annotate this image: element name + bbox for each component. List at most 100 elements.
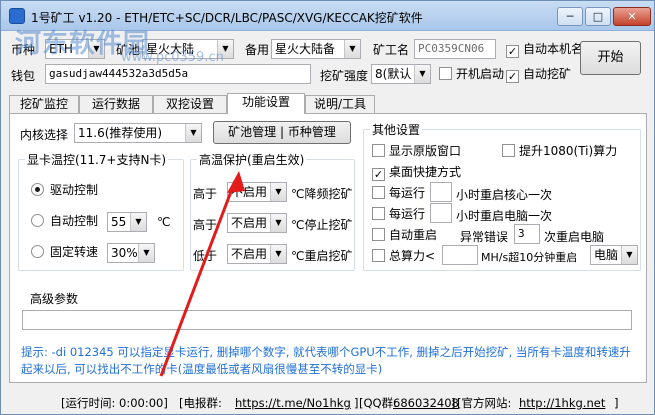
settings-panel: 内核选择 11.6(推荐使用) ▼ 矿池管理 | 币种管理 显卡温控(11.7+… [9, 113, 647, 383]
close-button[interactable]: ✕ [613, 7, 651, 26]
chevron-down-icon: ▼ [621, 246, 637, 264]
kernel-select-value: 11.6(推荐使用) [78, 126, 163, 140]
chevron-down-icon: ▼ [270, 245, 286, 263]
chevron-down-icon: ▼ [138, 244, 154, 262]
website-suffix: ] [614, 396, 619, 410]
fixed-speed-label: 固定转速 [50, 245, 99, 259]
hint-text: 提示: -di 012345 可以指定显卡运行, 删掉哪个数字, 就代表哪个GP… [21, 345, 631, 376]
restart-temp-select[interactable]: 不启用 ▼ [227, 244, 287, 264]
checkbox-unchecked-icon [439, 67, 452, 80]
checkbox-checked-icon: ✓ [372, 168, 385, 181]
show-window-checkbox[interactable]: 显示原版窗口 [372, 144, 461, 160]
telegram-suffix: ] [354, 396, 359, 410]
wallet-label: 钱包 [11, 69, 36, 83]
telegram-prefix: [电报群: [179, 396, 222, 410]
auto-temp-value: 55 [111, 215, 127, 229]
worker-label: 矿工名 [373, 43, 410, 57]
auto-control-radio[interactable]: 自动控制 [31, 214, 98, 230]
desktop-shortcut-label: 桌面快捷方式 [389, 165, 462, 179]
worker-name-input[interactable]: PC0359CN06 [414, 39, 496, 59]
restart-pc-hours-input[interactable] [430, 203, 452, 223]
minimize-button[interactable]: ─ [557, 7, 583, 26]
row1-suffix: ℃降频挖矿 [291, 187, 353, 201]
intensity-label: 挖矿强度 [320, 69, 369, 83]
downclock-temp-value: 不启用 [231, 185, 268, 199]
auto-restart-label: 自动重启 [389, 228, 438, 242]
error-count-input[interactable]: 3 [514, 224, 540, 244]
auto-mine-label: 自动挖矿 [523, 67, 572, 81]
tab-function-settings[interactable]: 功能设置 [227, 93, 305, 114]
startup-checkbox[interactable]: 开机启动 [439, 67, 504, 83]
fixed-speed-value: 30% [111, 246, 138, 260]
error-suffix: 次重启电脑 [544, 230, 605, 244]
temp-unit-label: ℃ [157, 215, 171, 229]
chevron-down-icon: ▼ [270, 214, 286, 232]
start-button[interactable]: 开始 [580, 41, 641, 75]
maximize-button[interactable]: □ [585, 7, 611, 26]
auto-control-label: 自动控制 [50, 214, 99, 228]
row2-suffix: ℃停止挖矿 [291, 218, 353, 232]
hashrate-threshold-input[interactable] [442, 245, 478, 265]
checkbox-unchecked-icon [372, 228, 385, 241]
desktop-shortcut-checkbox[interactable]: ✓ 桌面快捷方式 [372, 165, 461, 181]
chevron-down-icon: ▼ [185, 124, 201, 142]
other-settings-title: 其他设置 [370, 121, 423, 138]
auto-worker-checkbox[interactable]: ✓ 自动本机名 [506, 42, 583, 58]
restart-target-value: 电脑 [594, 248, 619, 262]
checkbox-checked-icon: ✓ [506, 70, 519, 83]
row2-prefix: 高于 [193, 218, 218, 232]
downclock-temp-select[interactable]: 不启用 ▼ [227, 182, 287, 202]
app-window: 1号矿工 v1.20 - ETH/ETC+SC/DCR/LBC/PASC/XVG… [0, 0, 655, 415]
pool-manage-button[interactable]: 矿池管理 | 币种管理 [213, 121, 351, 144]
stop-temp-value: 不启用 [231, 216, 268, 230]
auto-mine-checkbox[interactable]: ✓ 自动挖矿 [506, 67, 571, 83]
radio-unselected-icon [31, 214, 44, 227]
wallet-input[interactable]: gasudjaw444532a3d5d5a [45, 64, 311, 84]
backup-pool-label: 备用 [245, 43, 270, 57]
hashrate-restart-checkbox[interactable]: 总算力< [372, 249, 435, 265]
boost-1080-checkbox[interactable]: 提升1080(Ti)算力 [502, 144, 617, 160]
high-temp-title: 高温保护(重启生效) [197, 151, 307, 168]
watermark-url: www.pc0359.cn [121, 50, 224, 65]
auto-temp-select[interactable]: 55 ▼ [107, 212, 147, 232]
boost-1080-label: 提升1080(Ti)算力 [519, 144, 618, 158]
backup-pool-select-value: 星火大陆备 [275, 42, 336, 56]
radio-selected-icon [31, 183, 44, 196]
row3-suffix: ℃重启挖矿 [291, 249, 353, 263]
driver-control-radio[interactable]: 驱动控制 [31, 183, 98, 199]
qq-prefix: [QQ群: [359, 396, 397, 410]
kernel-select[interactable]: 11.6(推荐使用) ▼ [74, 123, 202, 143]
hashrate-prefix: 总算力< [389, 249, 436, 263]
fixed-speed-radio[interactable]: 固定转速 [31, 245, 98, 261]
telegram-link[interactable]: https://t.me/No1hkg [235, 394, 351, 413]
restart-target-select[interactable]: 电脑 ▼ [590, 245, 638, 265]
auto-restart-checkbox[interactable]: 自动重启 [372, 228, 437, 244]
chevron-down-icon: ▼ [414, 65, 430, 83]
chevron-down-icon: ▼ [130, 213, 146, 231]
checkbox-unchecked-icon [372, 186, 385, 199]
restart-core-hours-input[interactable] [430, 182, 452, 202]
row3-prefix: 低于 [193, 249, 218, 263]
stop-temp-select[interactable]: 不启用 ▼ [227, 213, 287, 233]
tab-runtime-data[interactable]: 运行数据 [79, 95, 153, 113]
intensity-select[interactable]: 8(默认 ▼ [371, 64, 431, 84]
tab-help-tools[interactable]: 说明/工具 [305, 95, 375, 113]
auto-worker-label: 自动本机名 [523, 42, 584, 56]
tab-mining-monitor[interactable]: 挖矿监控 [9, 95, 79, 113]
restart-core-checkbox[interactable]: 每运行 [372, 186, 425, 202]
fixed-speed-select[interactable]: 30% ▼ [107, 243, 155, 263]
checkbox-unchecked-icon [372, 144, 385, 157]
backup-pool-select[interactable]: 星火大陆备 ▼ [271, 39, 361, 59]
hashrate-suffix: MH/s超10分钟重启 [481, 251, 578, 264]
gpu-temp-title: 显卡温控(11.7+支持N卡) [25, 151, 169, 168]
checkbox-checked-icon: ✓ [506, 45, 519, 58]
high-temp-group: 高温保护(重启生效) 高于 不启用 ▼ ℃降频挖矿 高于 不启用 ▼ ℃停止挖矿… [190, 151, 355, 271]
driver-control-label: 驱动控制 [50, 183, 99, 197]
advanced-params-input[interactable] [22, 310, 632, 330]
website-link[interactable]: http://1hkg.net [519, 394, 605, 413]
restart-pc-checkbox[interactable]: 每运行 [372, 207, 425, 223]
checkbox-unchecked-icon [372, 249, 385, 262]
qq-link[interactable]: 686032408 [393, 394, 459, 413]
tab-dual-mining[interactable]: 双挖设置 [153, 95, 227, 113]
runtime-status: [运行时间: 0:00:00] [61, 396, 168, 410]
